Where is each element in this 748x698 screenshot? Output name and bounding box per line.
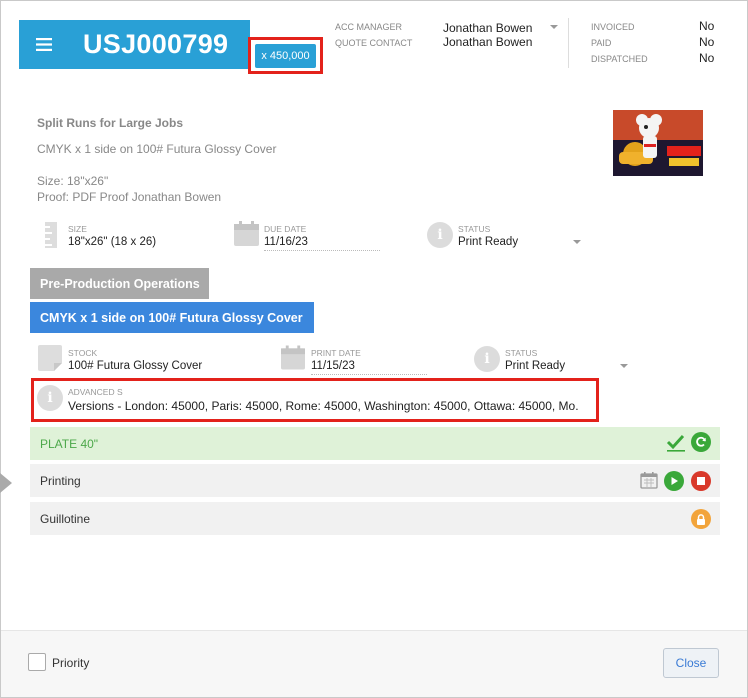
- part-status-label: STATUS: [505, 348, 538, 358]
- quote-contact-value: Jonathan Bowen: [443, 35, 533, 49]
- schedule-calendar-icon[interactable]: [640, 471, 658, 489]
- acc-manager-value[interactable]: Jonathan Bowen: [443, 21, 532, 35]
- play-icon[interactable]: [664, 471, 684, 491]
- quote-contact-label: QUOTE CONTACT: [335, 38, 413, 48]
- job-description: CMYK x 1 side on 100# Futura Glossy Cove…: [37, 142, 277, 156]
- status-info-icon: i: [427, 222, 453, 248]
- status-value[interactable]: Print Ready: [458, 236, 518, 248]
- operation-row-guillotine[interactable]: Guillotine: [30, 502, 720, 535]
- stock-paper-icon: [38, 345, 62, 371]
- part-status-value[interactable]: Print Ready: [505, 360, 565, 372]
- due-date-underline: [264, 250, 380, 251]
- menu-button[interactable]: [19, 20, 68, 69]
- priority-label: Priority: [52, 656, 90, 670]
- size-value: 18"x26" (18 x 26): [68, 236, 157, 248]
- dispatched-label: DISPATCHED: [591, 54, 648, 64]
- advanced-value[interactable]: Versions - London: 45000, Paris: 45000, …: [68, 399, 578, 413]
- print-date-underline: [311, 374, 427, 375]
- operation-name: Guillotine: [40, 511, 91, 526]
- print-date-value[interactable]: 11/15/23: [311, 360, 355, 372]
- status-label: STATUS: [458, 224, 491, 234]
- header-divider: [568, 18, 569, 68]
- operation-name: Printing: [40, 473, 81, 488]
- operation-row-printing[interactable]: Printing: [30, 464, 720, 497]
- stock-label: STOCK: [68, 348, 98, 358]
- calendar-icon: [234, 221, 259, 246]
- dialog-footer: [1, 630, 747, 697]
- invoiced-label: INVOICED: [591, 22, 635, 32]
- acc-manager-label: ACC MANAGER: [335, 22, 403, 32]
- part-status-info-icon: i: [474, 346, 500, 372]
- stop-icon[interactable]: [691, 471, 711, 491]
- paid-label: PAID: [591, 38, 612, 48]
- operation-row-plate[interactable]: PLATE 40": [30, 427, 720, 460]
- dispatched-value: No: [699, 51, 715, 65]
- invoiced-value: No: [699, 19, 715, 33]
- job-number: USJ000799: [68, 20, 250, 69]
- side-panel-arrow-icon[interactable]: [0, 473, 12, 493]
- priority-checkbox[interactable]: [28, 653, 46, 671]
- checkmark-icon[interactable]: [666, 433, 686, 453]
- operation-name: PLATE 40": [40, 436, 99, 451]
- due-date-label: DUE DATE: [264, 224, 307, 234]
- acc-manager-dropdown-icon[interactable]: [550, 25, 558, 29]
- job-proof-line: Proof: PDF Proof Jonathan Bowen: [37, 190, 222, 204]
- advanced-info-icon: i: [37, 385, 63, 411]
- close-button[interactable]: Close: [663, 648, 719, 678]
- advanced-label: ADVANCED S: [68, 387, 123, 397]
- paid-value: No: [699, 35, 715, 49]
- stock-value: 100# Futura Glossy Cover: [68, 360, 203, 372]
- pre-production-operations-button[interactable]: Pre-Production Operations: [30, 268, 209, 299]
- status-dropdown-icon[interactable]: [573, 240, 581, 244]
- quantity-highlight: x 450,000: [248, 37, 323, 74]
- due-date-value[interactable]: 11/16/23: [264, 236, 308, 248]
- size-label: SIZE: [68, 224, 87, 234]
- print-date-calendar-icon: [281, 345, 305, 370]
- part-status-dropdown-icon[interactable]: [620, 364, 628, 368]
- job-size-line: Size: 18"x26": [37, 174, 109, 188]
- ruler-icon: [45, 222, 57, 248]
- hamburger-icon: [35, 38, 52, 51]
- quantity-badge[interactable]: x 450,000: [255, 43, 316, 68]
- refresh-icon[interactable]: [691, 432, 711, 452]
- job-dialog: [0, 0, 748, 698]
- stock-section-button[interactable]: CMYK x 1 side on 100# Futura Glossy Cove…: [30, 302, 314, 333]
- job-thumbnail[interactable]: [613, 110, 703, 176]
- job-title: Split Runs for Large Jobs: [37, 116, 184, 130]
- lock-icon[interactable]: [691, 509, 711, 529]
- print-date-label: PRINT DATE: [311, 348, 361, 358]
